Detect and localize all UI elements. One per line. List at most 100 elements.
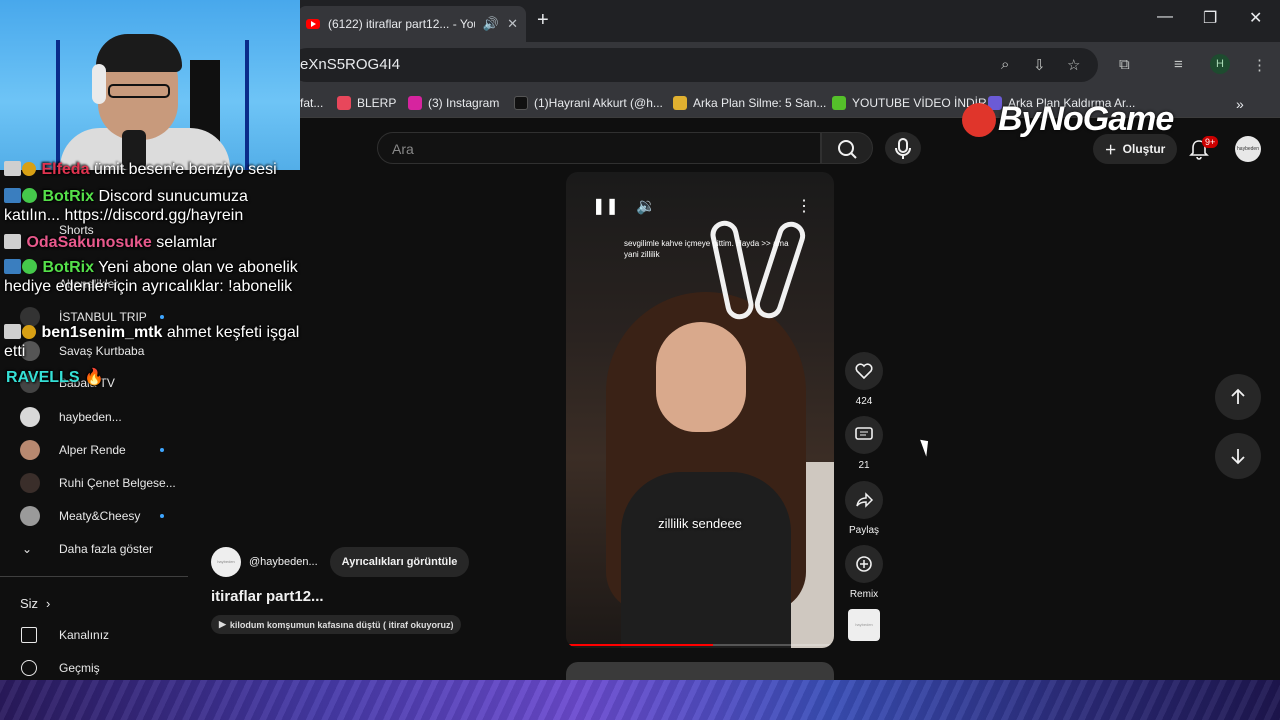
sponsor-logo: ByNoGame [962,100,1174,139]
notification-count-badge: 9+ [1202,136,1219,148]
chat-message: OdaSakunosuke selamlar [4,233,304,252]
arrow-down-icon [1231,449,1245,465]
url-text: eXnS5ROG4I4 [300,56,401,73]
chat-message: ben1senim_mtk ahmet keşfeti işgal etti [4,324,300,360]
video-progress-fill [566,644,714,646]
audio-source-thumbnail[interactable]: haybeden [848,609,880,641]
bookmark-item[interactable]: BLERP [337,96,396,110]
extensions-icon[interactable]: ⧉ [1119,56,1130,73]
search-icon [838,140,857,159]
sidebar-item-channel[interactable]: Ruhi Çenet Belgese... [0,467,188,499]
new-tab-button[interactable]: + [537,9,549,32]
glasses [108,84,170,98]
comment-action[interactable]: 21 [843,416,885,471]
next-short-preview[interactable] [566,662,834,680]
microphone-icon [895,138,911,159]
zoom-icon[interactable]: ⌕ [1001,56,1009,73]
moderator-badge-icon [4,188,21,203]
video-person-body [621,472,791,648]
remix-action[interactable]: Remix [843,545,885,600]
volume-icon[interactable]: 🔉 [636,196,656,216]
short-title[interactable]: itiraflar part12... [211,588,324,605]
gift-badge-icon [22,162,36,176]
more-options-icon[interactable]: ⋮ [796,196,812,216]
maximize-icon[interactable]: ❐ [1203,8,1217,28]
chevron-down-icon: ⌄ [22,542,33,556]
video-caption-middle: zillilik sendeee [658,516,742,531]
play-icon: ▶ [219,619,226,629]
channel-avatar [20,473,40,493]
view-perks-button[interactable]: Ayrıcalıkları görüntüle [329,547,470,577]
channel-handle[interactable]: @haybeden... [249,556,318,568]
search-button[interactable] [821,132,873,164]
video-caption-top: sevgilimle kahve içmeye gittim. Hayda >>… [624,239,789,259]
bookmark-item[interactable]: (3) Instagram [408,96,499,110]
video-progress-bar[interactable] [566,644,834,646]
tiktok-icon [514,96,528,110]
led-light-bar [245,40,249,170]
media-control-icon[interactable]: ≡ [1174,56,1183,73]
subscriber-badge-icon [4,324,21,339]
bookmark-star-icon[interactable]: ☆ [1067,56,1080,74]
chat-message: BotRix Yeni abone olan ve abonelik hediy… [4,259,298,295]
sidebar-item-channel[interactable]: Meaty&Cheesy [0,500,188,532]
close-window-icon[interactable]: ✕ [1249,8,1262,28]
bunny-ears [707,218,809,330]
pause-icon[interactable]: ❚❚ [592,196,619,216]
remix-label: Remix [849,589,879,600]
new-content-dot [160,448,164,452]
bookmark-item[interactable]: fat... [300,96,323,110]
browser-tab[interactable]: (6122) itiraflar part12... - YouTube 🔊 ✕ [298,6,526,42]
arrow-up-icon [1231,388,1245,404]
voice-search-button[interactable] [885,132,921,164]
sidebar-you-header[interactable]: Siz › [0,587,188,619]
short-video-player[interactable]: ❚❚ 🔉 ⋮ sevgilimle kahve içmeye gittim. H… [566,172,834,648]
comment-count: 21 [858,460,870,471]
previous-short-button[interactable] [1215,374,1261,420]
speaker-icon[interactable]: 🔊 [483,16,499,32]
screen: (6122) itiraflar part12... - YouTube 🔊 ✕… [0,0,1280,720]
short-channel-row: haybeden @haybeden... Ayrıcalıkları görü… [211,547,470,577]
streamer-webcam [0,0,300,170]
more-bookmarks-icon[interactable]: » [1236,96,1244,112]
next-short-button[interactable] [1215,433,1261,479]
new-content-dot [160,315,164,319]
install-app-icon[interactable]: ⇩ [1033,56,1046,74]
address-bar[interactable]: eXnS5ROG4I4 [290,48,1098,82]
profile-avatar[interactable]: H [1210,54,1230,74]
bookmark-favicon-icon [673,96,687,110]
subscriber-badge-icon [4,161,21,176]
plus-icon: ＋ [1104,142,1117,157]
sidebar-item-your-channel[interactable]: Kanalınız [0,619,188,651]
search-input[interactable]: Ara [377,132,821,164]
tab-close-icon[interactable]: ✕ [507,16,518,32]
share-action[interactable]: Paylaş [843,481,885,536]
like-count: 424 [855,396,873,407]
sidebar-item-channel[interactable]: haybeden... [0,401,188,433]
account-avatar[interactable]: haybeden [1235,136,1261,162]
video-person-face [656,322,746,432]
bookmark-item[interactable]: Arka Plan Silme: 5 San... [673,96,826,110]
share-arrow-icon [856,492,874,508]
menu-kebab-icon[interactable]: ⋮ [1252,56,1267,74]
subscriber-badge-icon [4,234,21,249]
person-box-icon [21,627,37,643]
channel-avatar[interactable]: haybeden [211,547,241,577]
download-arrow-icon [832,96,846,110]
new-content-dot [160,514,164,518]
gift-badge-icon [22,325,36,339]
verified-badge-icon [22,259,37,274]
bookmark-item[interactable]: (1)Hayrani Akkurt (@h... [514,96,663,110]
share-label: Paylaş [848,525,879,536]
verified-badge-icon [22,188,37,203]
channel-avatar [20,440,40,460]
history-icon [21,660,37,676]
related-video-chip[interactable]: ▶ kilodum komşumun kafasına düştü ( itir… [211,615,462,634]
comment-icon [855,427,873,440]
minimize-icon[interactable]: — [1157,8,1173,26]
like-action[interactable]: 424 [843,352,885,407]
chevron-right-icon: › [46,595,51,611]
sidebar-item-channel[interactable]: Alper Rende [0,434,188,466]
sidebar-divider [0,576,188,577]
sidebar-show-more[interactable]: ⌄ Daha fazla göster [0,533,188,565]
